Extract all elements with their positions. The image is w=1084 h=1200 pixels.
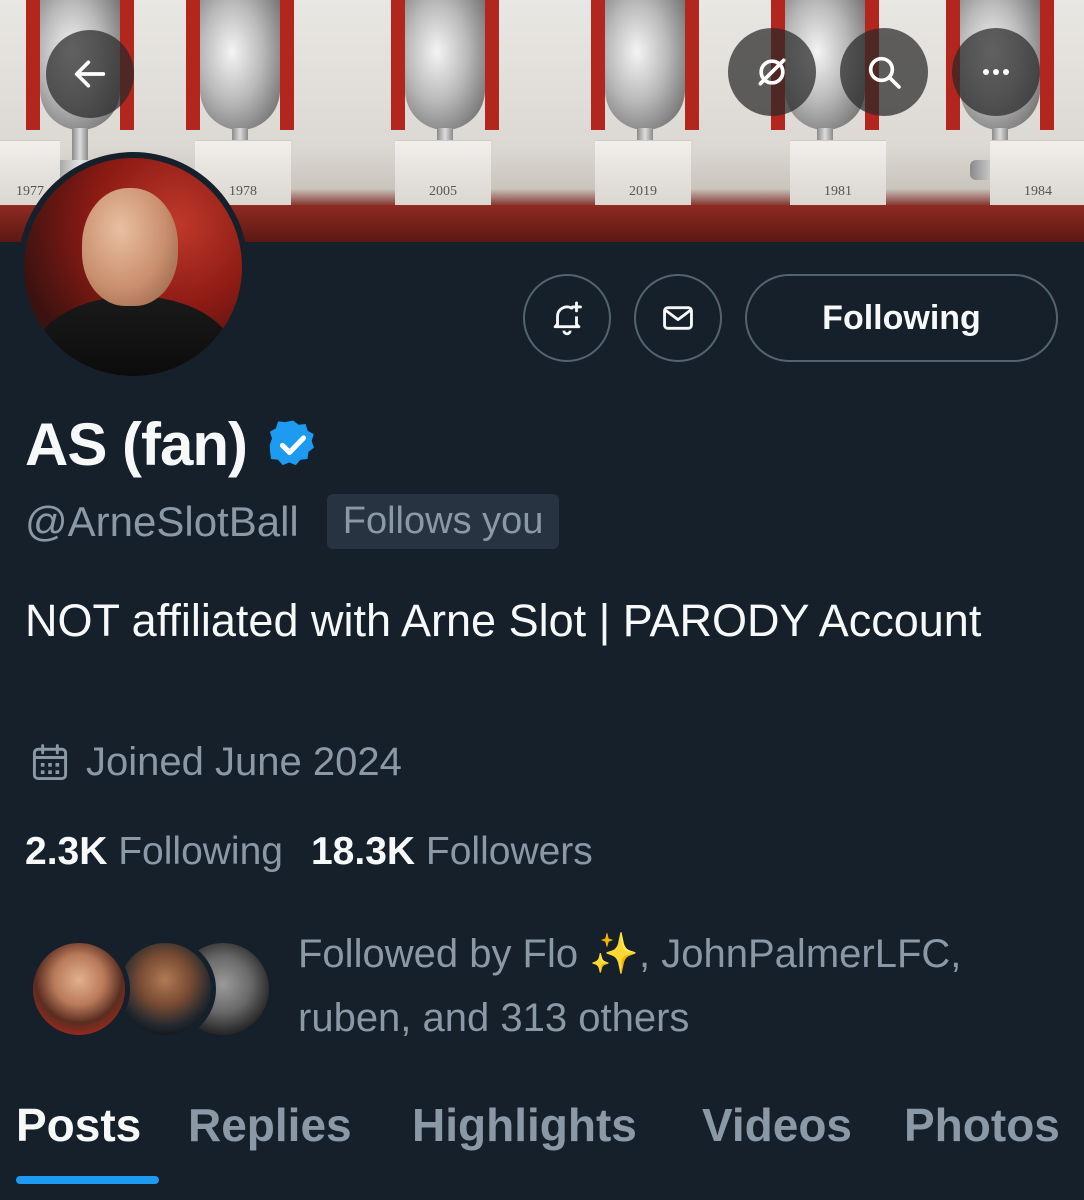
- joined-date: Joined June 2024: [86, 740, 402, 784]
- follow-stats: 2.3K Following 18.3K Followers: [25, 830, 593, 874]
- tab-videos[interactable]: Videos: [702, 1090, 852, 1160]
- display-name: AS (fan): [25, 411, 248, 478]
- plinth: 1984: [990, 140, 1084, 206]
- followers-count: 18.3K: [310, 830, 416, 873]
- calendar-icon: [32, 743, 68, 780]
- message-button[interactable]: [634, 274, 722, 362]
- back-button[interactable]: [46, 30, 134, 118]
- followed-by-text[interactable]: Followed by Flo ✨, JohnPalmerLFC, ruben,…: [298, 922, 1058, 1050]
- bio: NOT affiliated with Arne Slot | PARODY A…: [25, 595, 982, 646]
- mail-icon: [663, 306, 693, 330]
- more-icon: [983, 69, 1009, 75]
- following-count: 2.3K: [25, 830, 108, 873]
- plinth: 2019: [595, 140, 691, 206]
- following-stat[interactable]: 2.3K Following: [25, 830, 283, 874]
- notifications-button[interactable]: [523, 274, 611, 362]
- tab-posts[interactable]: Posts: [16, 1090, 141, 1160]
- avatar-image: [24, 158, 242, 376]
- followers-label: Followers: [425, 830, 593, 873]
- plinth-year: 2005: [429, 184, 457, 199]
- plinth: 1981: [790, 140, 886, 206]
- unfollow-icon: [758, 58, 786, 86]
- active-tab-indicator: [16, 1176, 159, 1184]
- handle: @ArneSlotBall: [25, 497, 299, 545]
- back-arrow-icon: [74, 60, 106, 88]
- tab-replies[interactable]: Replies: [188, 1090, 352, 1160]
- plinth-year: 1981: [824, 184, 852, 199]
- joined-row: Joined June 2024: [28, 740, 402, 785]
- tab-photos[interactable]: Photos: [904, 1090, 1060, 1160]
- following-button[interactable]: Following: [745, 274, 1058, 362]
- search-button[interactable]: [840, 28, 928, 116]
- plinth-year: 1984: [1024, 184, 1052, 199]
- follower-avatar: [28, 938, 130, 1040]
- more-button[interactable]: [952, 28, 1040, 116]
- display-name-row: AS (fan): [25, 410, 321, 479]
- handle-row: @ArneSlotBall Follows you: [25, 494, 560, 549]
- profile-tabs: Posts Replies Highlights Videos Photos: [0, 1090, 1084, 1200]
- verified-badge-icon[interactable]: [265, 417, 321, 473]
- following-label: Following: [118, 830, 283, 873]
- avatar[interactable]: [18, 152, 248, 382]
- followers-stat[interactable]: 18.3K Followers: [311, 830, 593, 874]
- tab-highlights[interactable]: Highlights: [412, 1090, 637, 1160]
- search-icon: [868, 56, 901, 89]
- plinth: 2005: [395, 140, 491, 206]
- follows-you-badge: Follows you: [326, 494, 560, 549]
- bell-plus-icon: [553, 301, 582, 336]
- unfollow-button[interactable]: [728, 28, 816, 116]
- plinth-year: 2019: [629, 184, 657, 199]
